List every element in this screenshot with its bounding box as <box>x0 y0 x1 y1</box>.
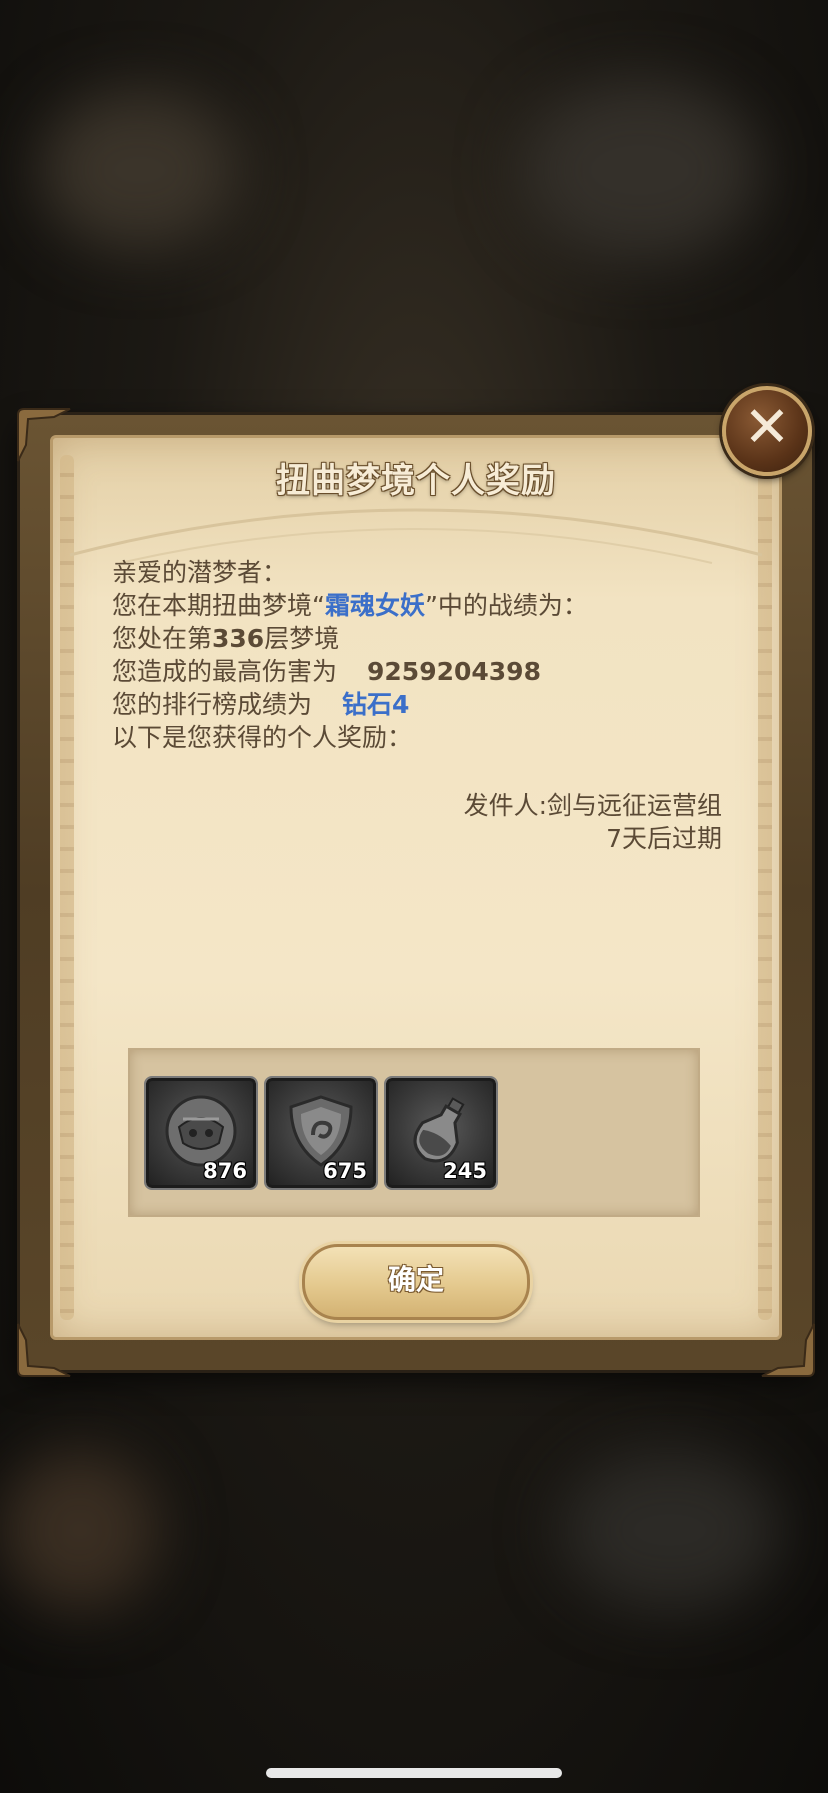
stage-prefix: 您在本期扭曲梦境“ <box>112 591 325 620</box>
reward-list: 876 675 245 <box>128 1048 700 1217</box>
corner-ornament-bottom-right <box>758 1320 818 1380</box>
mail-meta: 发件人:剑与远征运营组 7天后过期 <box>464 789 722 855</box>
rank-label: 您的排行榜成绩为 <box>112 690 313 719</box>
rank-line: 您的排行榜成绩为 钻石4 <box>112 688 732 721</box>
damage-label: 您造成的最高伤害为 <box>112 657 338 686</box>
background-blur <box>0 1450 160 1610</box>
reward-item[interactable]: 245 <box>384 1076 498 1190</box>
background-blur <box>40 90 240 250</box>
mail-body: 亲爱的潜梦者： 您在本期扭曲梦境“霜魂女妖”中的战绩为： 您处在第336层梦境 … <box>112 556 732 754</box>
right-ornament <box>758 455 772 1320</box>
stage-line: 您在本期扭曲梦境“霜魂女妖”中的战绩为： <box>112 589 732 622</box>
dialog-title: 扭曲梦境个人奖励 <box>276 461 556 501</box>
close-icon: ✕ <box>743 395 791 460</box>
floor-value: 336 <box>212 624 265 653</box>
floor-line: 您处在第336层梦境 <box>112 622 732 655</box>
close-button[interactable]: ✕ <box>722 386 812 476</box>
background-blur <box>520 80 760 260</box>
expiry-label: 7天后过期 <box>606 824 722 853</box>
floor-prefix: 您处在第 <box>112 624 213 653</box>
confirm-button[interactable]: 确定 <box>302 1244 530 1320</box>
stage-suffix: ”中的战绩为： <box>424 591 588 620</box>
rank-value: 钻石4 <box>342 690 410 719</box>
background-blur <box>560 1450 780 1610</box>
sender-label: 发件人:剑与远征运营组 <box>463 791 722 820</box>
reward-count: 876 <box>203 1159 247 1183</box>
left-ornament <box>60 455 74 1320</box>
rewards-intro-line: 以下是您获得的个人奖励： <box>112 723 413 752</box>
reward-item[interactable]: 675 <box>264 1076 378 1190</box>
reward-count: 675 <box>323 1159 367 1183</box>
damage-line: 您造成的最高伤害为 9259204398 <box>112 655 732 688</box>
floor-suffix: 层梦境 <box>264 624 340 653</box>
reward-item[interactable]: 876 <box>144 1076 258 1190</box>
home-indicator[interactable] <box>266 1768 562 1778</box>
reward-count: 245 <box>443 1159 487 1183</box>
boss-name: 霜魂女妖 <box>324 591 425 620</box>
corner-ornament-bottom-left <box>14 1320 74 1380</box>
greeting-line: 亲爱的潜梦者： <box>112 558 288 587</box>
damage-value: 9259204398 <box>367 657 541 686</box>
